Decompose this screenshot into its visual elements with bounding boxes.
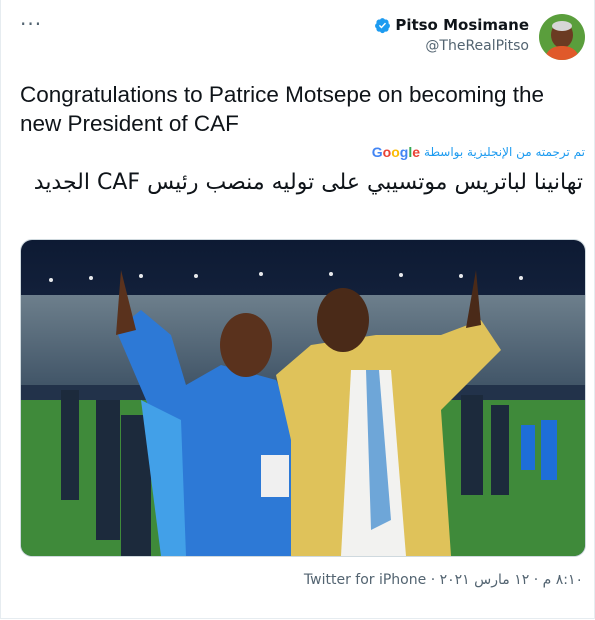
translated-by-label: تم ترجمته من الإنجليزية بواسطة (424, 145, 585, 159)
author-name[interactable]: Pitso Mosimane (395, 16, 529, 34)
photo-image (21, 240, 585, 556)
author-name-line[interactable]: Pitso Mosimane (374, 16, 529, 34)
meta-separator: · (426, 572, 436, 588)
author-handle[interactable]: @TheRealPitso (374, 38, 529, 54)
tweet-meta: ٨:١٠ م · ١٢ مارس ٢٠٢١ · Twitter for iPho… (304, 572, 583, 588)
tweet-source[interactable]: Twitter for iPhone (304, 572, 426, 588)
more-options-icon[interactable]: ··· (20, 12, 42, 36)
tweet-timestamp[interactable]: ٨:١٠ م · ١٢ مارس ٢٠٢١ (440, 572, 583, 588)
tweet-photo[interactable] (20, 239, 586, 557)
translation-note[interactable]: تم ترجمته من الإنجليزية بواسطة Google (372, 144, 585, 160)
tweet-text-ar: تهانينا لباتريس موتسيبي على توليه منصب ر… (33, 170, 583, 195)
tweet-text-en: Congratulations to Patrice Motsepe on be… (20, 82, 545, 136)
avatar-image (539, 14, 585, 60)
avatar[interactable] (539, 14, 585, 60)
author-info[interactable]: Pitso Mosimane @TheRealPitso (374, 16, 529, 54)
verified-badge-icon (375, 17, 391, 33)
google-logo: Google (371, 144, 421, 160)
